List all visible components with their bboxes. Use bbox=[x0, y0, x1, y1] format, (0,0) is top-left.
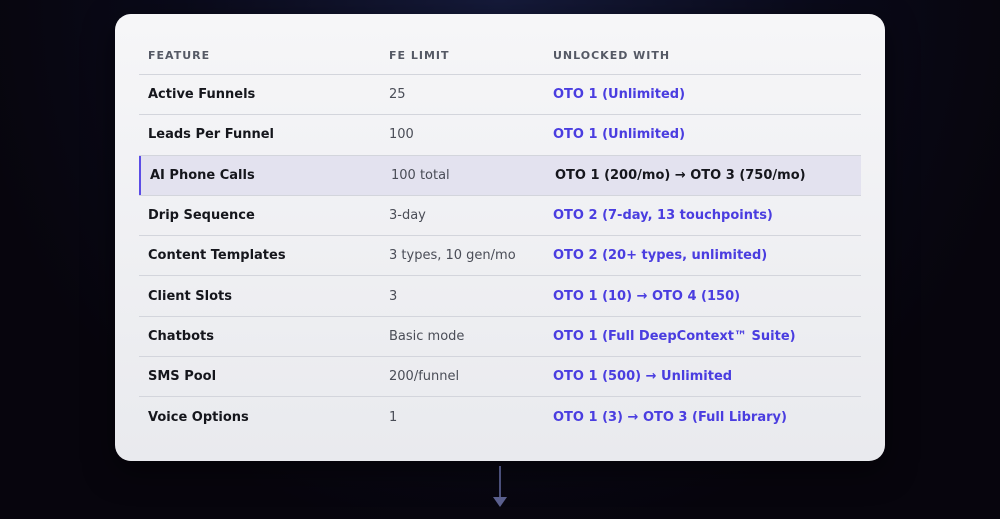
fe-limit-cell: 100 bbox=[380, 114, 544, 156]
feature-cell: Content Templates bbox=[139, 235, 380, 277]
feature-cell: Client Slots bbox=[139, 275, 380, 317]
feature-cell: Drip Sequence bbox=[139, 195, 380, 237]
column-header-fe-limit: FE LIMIT bbox=[380, 36, 544, 75]
unlocked-with-cell: OTO 1 (10) → OTO 4 (150) bbox=[544, 275, 861, 317]
column-header-unlocked-with: UNLOCKED WITH bbox=[544, 36, 861, 75]
feature-limits-table: FEATURE FE LIMIT UNLOCKED WITH Active Fu… bbox=[139, 36, 861, 437]
arrow-down-icon bbox=[493, 497, 507, 507]
table-row: Chatbots Basic mode OTO 1 (Full DeepCont… bbox=[139, 316, 861, 358]
unlocked-with-cell: OTO 1 (Unlimited) bbox=[544, 74, 861, 116]
table-header-row: FEATURE FE LIMIT UNLOCKED WITH bbox=[139, 36, 861, 75]
table-row: Drip Sequence 3-day OTO 2 (7-day, 13 tou… bbox=[139, 195, 861, 237]
fe-limit-cell: 100 total bbox=[380, 155, 544, 196]
unlocked-with-cell: OTO 1 (Unlimited) bbox=[544, 114, 861, 156]
feature-cell: AI Phone Calls bbox=[139, 155, 380, 196]
feature-comparison-card: FEATURE FE LIMIT UNLOCKED WITH Active Fu… bbox=[115, 14, 885, 461]
column-header-feature: FEATURE bbox=[139, 36, 380, 75]
feature-cell: Voice Options bbox=[148, 409, 249, 425]
table-row: Voice Options 1 OTO 1 (3) → OTO 3 (Full … bbox=[139, 397, 861, 437]
connector-line bbox=[499, 466, 501, 500]
table-row-highlighted: AI Phone Calls 100 total OTO 1 (200/mo) … bbox=[139, 155, 861, 196]
table-row: SMS Pool 200/funnel OTO 1 (500) → Unlimi… bbox=[139, 356, 861, 398]
feature-cell: Chatbots bbox=[139, 316, 380, 358]
table-row: Active Funnels 25 OTO 1 (Unlimited) bbox=[139, 74, 861, 116]
table-row: Leads Per Funnel 100 OTO 1 (Unlimited) bbox=[139, 114, 861, 156]
unlocked-with-cell: OTO 1 (200/mo) → OTO 3 (750/mo) bbox=[544, 155, 861, 196]
fe-limit-cell: 3-day bbox=[380, 195, 544, 237]
page-background: FEATURE FE LIMIT UNLOCKED WITH Active Fu… bbox=[0, 0, 1000, 519]
fe-limit-cell: 1 bbox=[389, 409, 398, 425]
unlocked-with-cell: OTO 2 (7-day, 13 touchpoints) bbox=[544, 195, 861, 237]
table-row: Content Templates 3 types, 10 gen/mo OTO… bbox=[139, 235, 861, 277]
feature-cell: Active Funnels bbox=[139, 74, 380, 116]
fe-limit-cell: 3 types, 10 gen/mo bbox=[380, 235, 544, 277]
unlocked-with-cell: OTO 1 (500) → Unlimited bbox=[544, 356, 861, 398]
unlocked-with-cell: OTO 1 (Full DeepContext™ Suite) bbox=[544, 316, 861, 358]
fe-limit-cell: Basic mode bbox=[380, 316, 544, 358]
fe-limit-cell: 200/funnel bbox=[380, 356, 544, 398]
unlocked-with-cell: OTO 2 (20+ types, unlimited) bbox=[544, 235, 861, 277]
feature-cell: Leads Per Funnel bbox=[139, 114, 380, 156]
fe-limit-cell: 3 bbox=[380, 275, 544, 317]
unlocked-with-cell: OTO 1 (3) → OTO 3 (Full Library) bbox=[553, 409, 787, 425]
table-row: Client Slots 3 OTO 1 (10) → OTO 4 (150) bbox=[139, 275, 861, 317]
feature-cell: SMS Pool bbox=[139, 356, 380, 398]
fe-limit-cell: 25 bbox=[380, 74, 544, 116]
